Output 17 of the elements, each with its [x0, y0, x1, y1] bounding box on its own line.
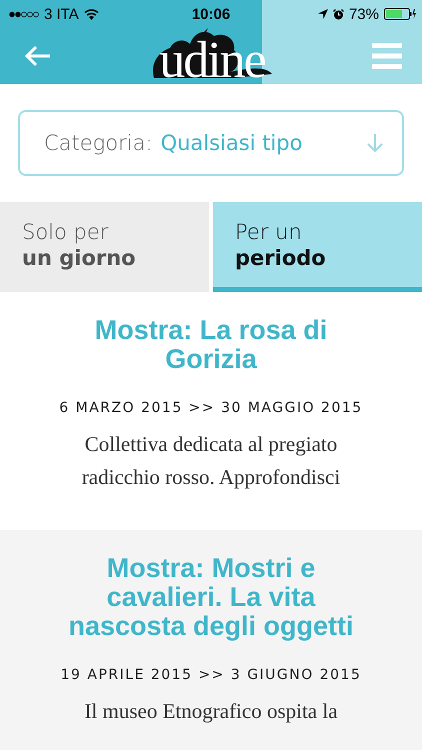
wifi-icon	[84, 8, 99, 20]
event-dates: 6 MARZO 2015 >> 30 MAGGIO 2015	[58, 400, 364, 416]
period-tab[interactable]: Per un periodo	[213, 202, 422, 292]
category-dropdown[interactable]: Categoria: Qualsiasi tipo	[18, 110, 404, 176]
period-tab[interactable]: Solo per un giorno	[0, 202, 209, 292]
battery-icon	[384, 8, 416, 20]
down-arrow-icon	[366, 133, 384, 153]
menu-button[interactable]	[370, 41, 404, 71]
event-description: Collettiva dedicata al pregiato radicchio rosso. Approfondisci	[80, 431, 342, 491]
event-description: Il museo Etnografico ospita la	[83, 698, 339, 725]
event-dates: 19 APRILE 2015 >> 3 GIUGNO 2015	[60, 667, 362, 683]
clock-time: 10:06	[190, 6, 232, 22]
location-icon	[318, 9, 328, 19]
battery-percent: 73%	[348, 6, 379, 22]
signal-icon	[9, 10, 39, 18]
alarm-icon	[332, 8, 344, 20]
carrier-name: 3 ITA	[44, 6, 79, 22]
